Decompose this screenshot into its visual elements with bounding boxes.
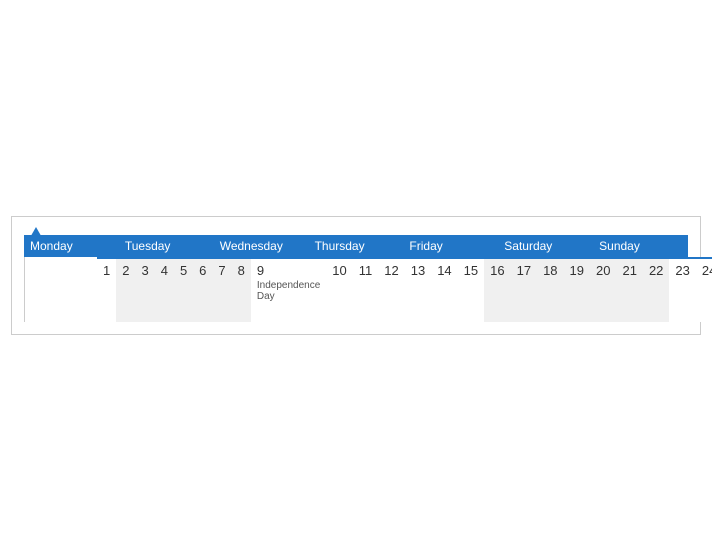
- day-cell: 12: [378, 257, 404, 322]
- week-row-3: 9 Independence Day 10 11 12 13 14 15: [251, 257, 484, 322]
- day-cell: 2: [116, 257, 135, 322]
- logo-blue-text: [24, 227, 44, 241]
- day-number: 18: [543, 263, 557, 278]
- day-cell: [73, 257, 85, 322]
- day-header-friday: Friday: [403, 235, 498, 257]
- day-header-wednesday: Wednesday: [214, 235, 309, 257]
- day-number: 20: [596, 263, 610, 278]
- day-cell: 7: [212, 257, 231, 322]
- week-row-4: 16 17 18 19 20 21 22: [484, 257, 669, 322]
- day-cell: 5: [174, 257, 193, 322]
- day-cell: 1: [97, 257, 116, 322]
- day-cell: [61, 257, 73, 322]
- day-cell: 10: [326, 257, 352, 322]
- day-number: 7: [218, 263, 225, 278]
- day-number: 23: [675, 263, 689, 278]
- day-header-sunday: Sunday: [593, 235, 688, 257]
- day-cell: 23: [669, 257, 695, 322]
- day-cell: 4: [155, 257, 174, 322]
- day-cell: 3: [135, 257, 154, 322]
- day-cell: 9 Independence Day: [251, 257, 326, 322]
- week-row-1: 1: [25, 257, 116, 322]
- day-cell: [49, 257, 61, 322]
- day-number: 22: [649, 263, 663, 278]
- day-header-thursday: Thursday: [309, 235, 404, 257]
- day-headers: MondayTuesdayWednesdayThursdayFridaySatu…: [24, 235, 688, 257]
- day-number: 4: [161, 263, 168, 278]
- day-number: 3: [141, 263, 148, 278]
- week-row-2: 2345678: [116, 257, 251, 322]
- day-number: 6: [199, 263, 206, 278]
- day-header-tuesday: Tuesday: [119, 235, 214, 257]
- day-cell: 16: [484, 257, 510, 322]
- day-number: 12: [384, 263, 398, 278]
- logo-triangle-icon: [28, 227, 44, 241]
- day-number: 11: [359, 263, 373, 278]
- day-number: 5: [180, 263, 187, 278]
- day-cell: 11: [353, 257, 379, 322]
- day-cell: 19: [564, 257, 590, 322]
- day-number: 14: [437, 263, 451, 278]
- calendar: MondayTuesdayWednesdayThursdayFridaySatu…: [11, 216, 701, 335]
- day-cell: 8: [232, 257, 251, 322]
- day-cell: 13: [405, 257, 431, 322]
- day-number: 24: [702, 263, 712, 278]
- day-number: 19: [570, 263, 584, 278]
- day-cell: 20: [590, 257, 616, 322]
- day-cell: 24: [696, 257, 712, 322]
- day-number: 1: [103, 263, 110, 278]
- day-cell: 6: [193, 257, 212, 322]
- day-cell: 18: [537, 257, 563, 322]
- calendar-grid: 123456789Independence Day101112131415161…: [24, 257, 688, 322]
- day-cell: [37, 257, 49, 322]
- day-number: 9: [257, 263, 320, 278]
- day-number: 8: [238, 263, 245, 278]
- day-number: 10: [332, 263, 346, 278]
- day-cell: 17: [511, 257, 537, 322]
- logo: [24, 227, 44, 241]
- day-number: 21: [622, 263, 636, 278]
- day-cell: 22: [643, 257, 669, 322]
- day-number: 16: [490, 263, 504, 278]
- day-number: 13: [411, 263, 425, 278]
- day-cell: 14: [431, 257, 457, 322]
- day-cell: [25, 257, 37, 322]
- day-header-saturday: Saturday: [498, 235, 593, 257]
- day-cell: 15: [458, 257, 484, 322]
- day-number: 17: [517, 263, 531, 278]
- day-cell: [85, 257, 97, 322]
- week-row-5: 232425Christmas Day26Christmas Day272829: [669, 257, 712, 322]
- day-number: 15: [464, 263, 478, 278]
- day-number: 2: [122, 263, 129, 278]
- day-cell: 21: [616, 257, 642, 322]
- day-event: Independence Day: [257, 280, 320, 302]
